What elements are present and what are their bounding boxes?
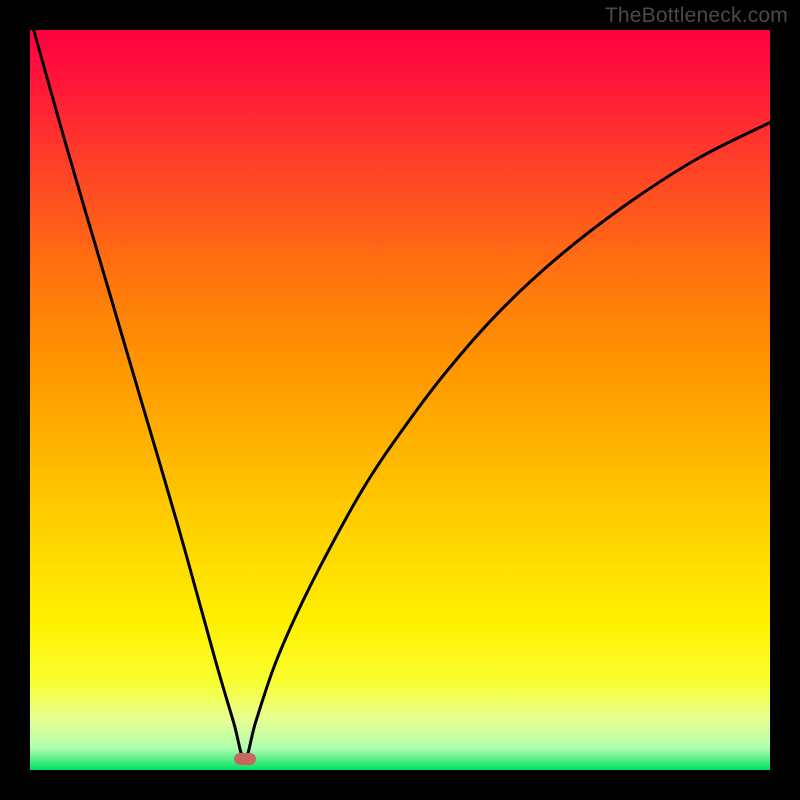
plot-area (30, 30, 770, 770)
bottleneck-curve (30, 30, 770, 770)
minimum-marker (234, 753, 256, 765)
watermark-text: TheBottleneck.com (605, 4, 788, 28)
